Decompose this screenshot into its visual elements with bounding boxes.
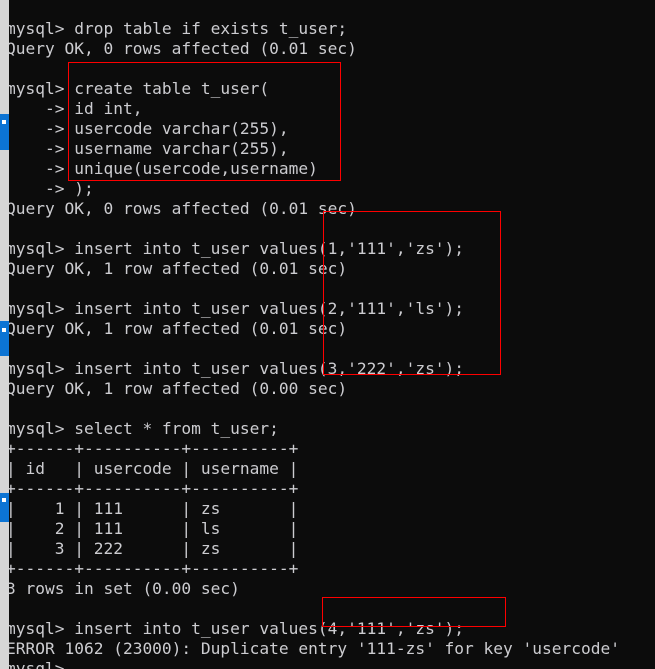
vertical-scrollbar[interactable]	[0, 0, 9, 669]
scrollbar-marker-3	[2, 498, 6, 502]
mysql-terminal-window: mysql> drop table if exists t_user; Quer…	[0, 0, 655, 669]
console-output[interactable]: mysql> drop table if exists t_user; Quer…	[6, 16, 655, 669]
scrollbar-marker-1	[2, 120, 6, 124]
scrollbar-thumb-2[interactable]	[0, 321, 9, 356]
scrollbar-marker-2	[2, 328, 6, 332]
